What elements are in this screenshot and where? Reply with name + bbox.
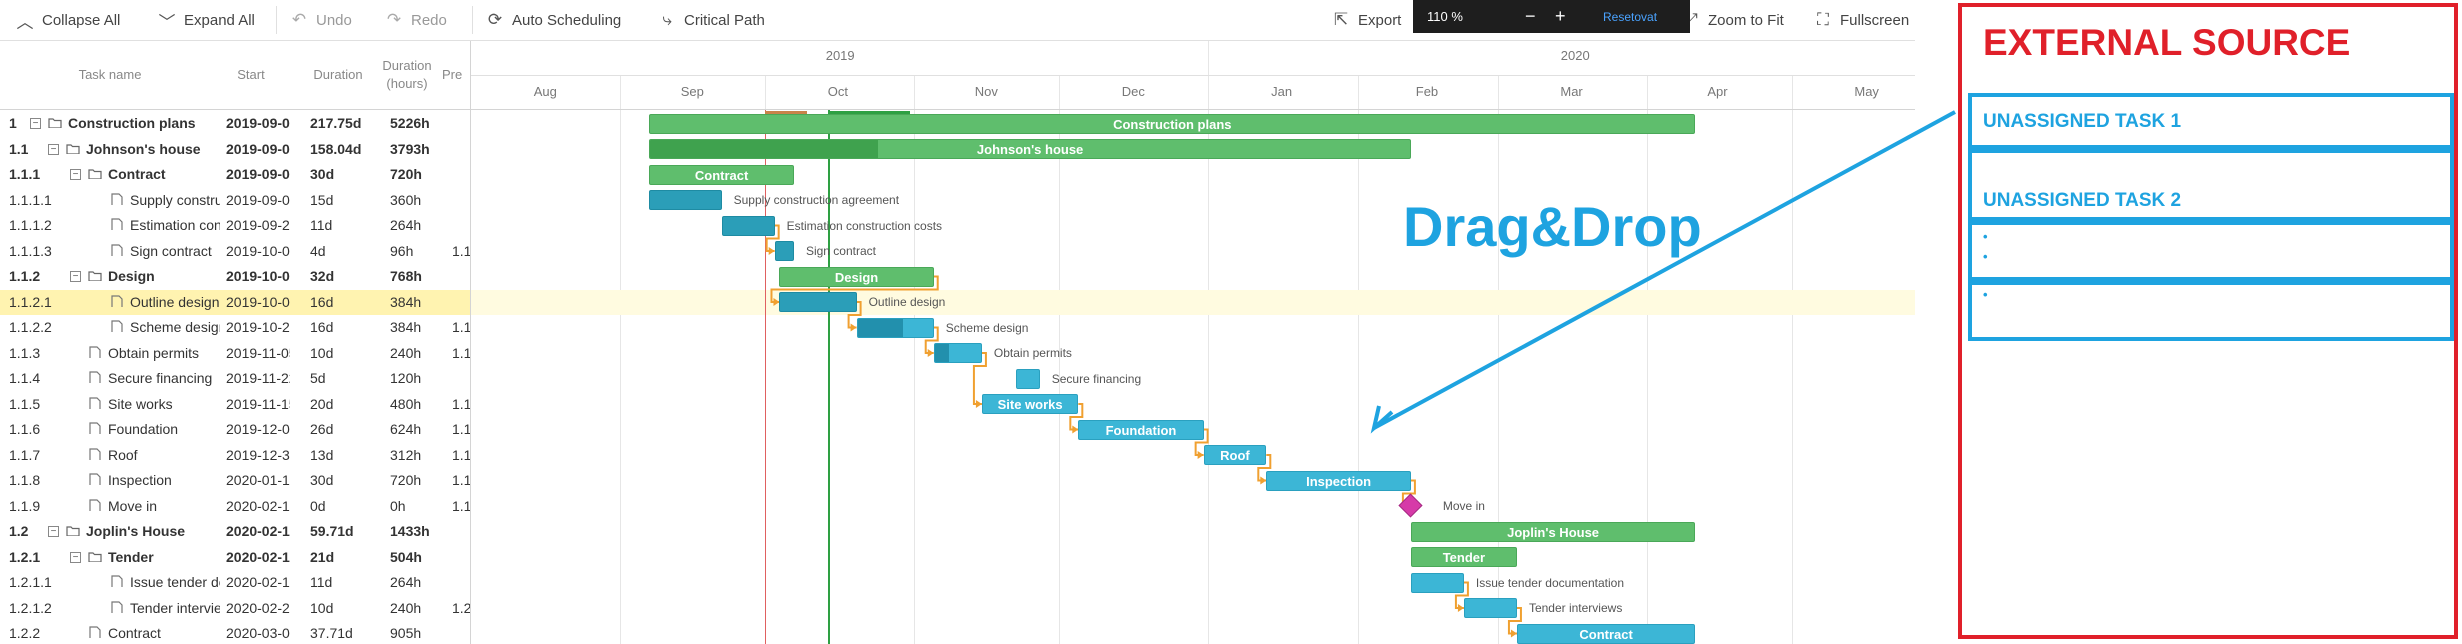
unassigned-task-label: UNASSIGNED TASK 1 [1983,111,2182,132]
external-source-panel: EXTERNAL SOURCE UNASSIGNED TASK 1 UNASSI… [1958,3,2458,639]
unassigned-task-slot[interactable]: UNASSIGNED TASK 2 [1968,149,2454,221]
unassigned-task-slot[interactable]: • [1968,281,2454,341]
drag-drop-annotation: Drag&Drop [1403,195,1702,258]
unassigned-task-label: • • [1983,229,1988,264]
unassigned-task-slot[interactable]: UNASSIGNED TASK 1 [1968,93,2454,149]
unassigned-task-label: UNASSIGNED TASK 2 [1983,190,2182,211]
unassigned-task-label: • [1983,287,1988,302]
drag-arrow-line [1373,110,1956,430]
external-source-title: EXTERNAL SOURCE [1983,22,2351,63]
unassigned-task-slot[interactable]: • • [1968,221,2454,281]
